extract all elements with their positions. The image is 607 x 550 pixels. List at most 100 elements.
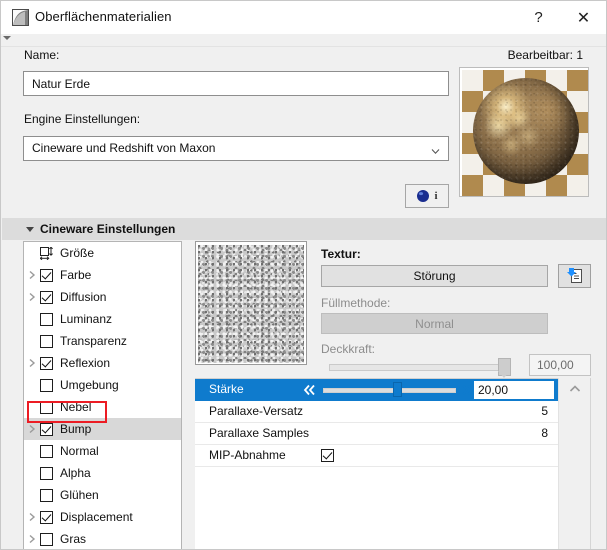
chevron-down-icon: [431, 145, 440, 155]
material-info-button[interactable]: i: [405, 184, 449, 208]
tree-item-checkbox[interactable]: [40, 268, 53, 282]
tree-item-label: Luminanz: [60, 312, 113, 326]
texture-thumbnail[interactable]: [195, 241, 307, 365]
engine-settings-label: Engine Einstellungen:: [24, 112, 141, 126]
info-button-label: i: [434, 190, 438, 202]
tree-item-label: Transparenz: [60, 334, 127, 348]
name-input[interactable]: [23, 71, 449, 96]
opacity-label: Deckkraft:: [321, 342, 376, 356]
tree-item-bump[interactable]: Bump: [24, 418, 181, 440]
tree-item-umgebung[interactable]: Umgebung: [24, 374, 181, 396]
parameter-name: Parallaxe-Versatz: [209, 404, 304, 418]
tree-item-displacement[interactable]: Displacement: [24, 506, 181, 528]
tree-item-nebel[interactable]: Nebel: [24, 396, 181, 418]
opacity-value[interactable]: 100,00: [529, 354, 591, 376]
parameter-value[interactable]: 5: [541, 401, 548, 422]
tree-item-label: Normal: [60, 444, 99, 458]
chevron-right-icon[interactable]: [24, 534, 40, 544]
tree-item-checkbox[interactable]: [40, 488, 53, 502]
parameter-checkbox[interactable]: [321, 449, 334, 462]
fillmethod-value: Normal: [415, 316, 454, 331]
tree-item-checkbox[interactable]: [40, 378, 53, 392]
tree-item-checkbox[interactable]: [40, 290, 53, 304]
texture-field[interactable]: Störung: [321, 265, 548, 287]
tree-item-checkbox[interactable]: [40, 356, 53, 370]
triangle-down-icon[interactable]: [3, 36, 11, 40]
load-texture-button[interactable]: [558, 264, 591, 288]
tree-item-luminanz[interactable]: Luminanz: [24, 308, 181, 330]
tree-item-label: Displacement: [60, 510, 133, 524]
parameter-list[interactable]: Stärke 20,00 Parallaxe-Versatz 5 Parallaxe S…: [195, 378, 558, 549]
tree-item-diffusion[interactable]: Diffusion: [24, 286, 181, 308]
chevron-double-right-icon[interactable]: [460, 383, 474, 397]
tree-item-label: Farbe: [60, 268, 92, 282]
opacity-slider[interactable]: [329, 364, 510, 371]
tree-item-label: Größe: [60, 246, 95, 260]
parameter-value[interactable]: 8: [541, 423, 548, 444]
parameter-row[interactable]: Parallaxe Samples 8: [195, 423, 558, 445]
tree-item-reflexion[interactable]: Reflexion: [24, 352, 181, 374]
help-button[interactable]: ?: [516, 1, 561, 34]
tree-item-label: Nebel: [60, 400, 92, 414]
tree-item-gl-hen[interactable]: Glühen: [24, 484, 181, 506]
triangle-down-icon: [26, 227, 34, 232]
parameter-slider[interactable]: [323, 388, 456, 393]
tree-item-checkbox[interactable]: [40, 444, 53, 458]
tree-item-checkbox[interactable]: [40, 510, 53, 524]
section-title: Cineware Einstellungen: [40, 222, 176, 236]
load-texture-icon: [566, 266, 584, 287]
close-button[interactable]: ✕: [561, 1, 606, 34]
channel-tree[interactable]: Größe Farbe Diffusion Luminanz Transparenz Re…: [23, 241, 182, 549]
tree-item-farbe[interactable]: Farbe: [24, 264, 181, 286]
chevron-right-icon[interactable]: [24, 424, 40, 434]
opacity-slider-handle[interactable]: [498, 358, 511, 378]
tree-item-alpha[interactable]: Alpha: [24, 462, 181, 484]
material-editor-window: Oberflächenmaterialien ? ✕ Name: Bearbei…: [0, 0, 607, 550]
chevron-double-left-icon[interactable]: [303, 383, 317, 397]
tree-item-normal[interactable]: Normal: [24, 440, 181, 462]
tree-item-label: Reflexion: [60, 356, 111, 370]
noise-texture-thumbnail: [198, 245, 304, 363]
tree-item-checkbox[interactable]: [40, 400, 53, 414]
tree-item-checkbox[interactable]: [40, 334, 53, 348]
engine-settings-select[interactable]: Cineware und Redshift von Maxon: [23, 136, 449, 161]
tree-item-checkbox[interactable]: [40, 466, 53, 480]
tree-item-label: Alpha: [60, 466, 91, 480]
tree-item-gr-e[interactable]: Größe: [24, 242, 181, 264]
engine-settings-value: Cineware und Redshift von Maxon: [32, 141, 216, 155]
fillmethod-label: Füllmethode:: [321, 296, 391, 310]
tree-item-checkbox[interactable]: [40, 532, 53, 546]
window-title: Oberflächenmaterialien: [35, 9, 172, 24]
tree-item-transparenz[interactable]: Transparenz: [24, 330, 181, 352]
chevron-right-icon[interactable]: [24, 292, 40, 302]
tree-item-label: Gras: [60, 532, 87, 546]
texture-value: Störung: [413, 269, 456, 283]
parameter-value-input[interactable]: 20,00: [474, 381, 554, 399]
tree-item-checkbox[interactable]: [40, 422, 53, 436]
parameter-name: MIP-Abnahme: [209, 448, 286, 462]
subheader-bar: [1, 34, 606, 47]
editable-count-label: Bearbeitbar: 1: [507, 48, 583, 62]
chevron-right-icon[interactable]: [24, 512, 40, 522]
material-icon: [12, 9, 29, 26]
cineware-settings-section-header[interactable]: Cineware Einstellungen: [2, 218, 606, 240]
tree-item-gras[interactable]: Gras: [24, 528, 181, 549]
parameter-row[interactable]: MIP-Abnahme: [195, 445, 558, 467]
parameter-row[interactable]: Stärke 20,00: [195, 379, 558, 401]
fillmethod-field: Normal: [321, 313, 548, 334]
parameter-slider-handle[interactable]: [393, 382, 402, 397]
titlebar: Oberflächenmaterialien ? ✕: [1, 1, 606, 34]
tree-item-label: Umgebung: [60, 378, 119, 392]
parameter-name: Parallaxe Samples: [209, 426, 310, 440]
chevron-up-icon[interactable]: [569, 383, 581, 393]
panel-right-edge: [590, 378, 591, 549]
preview-sphere: [473, 78, 579, 184]
name-label: Name:: [24, 48, 60, 62]
tree-item-label: Glühen: [60, 488, 99, 502]
chevron-right-icon[interactable]: [24, 358, 40, 368]
material-preview[interactable]: [459, 67, 589, 197]
parameter-scrollbar[interactable]: [558, 378, 590, 549]
parameter-row[interactable]: Parallaxe-Versatz 5: [195, 401, 558, 423]
chevron-right-icon[interactable]: [24, 270, 40, 280]
tree-item-checkbox[interactable]: [40, 312, 53, 326]
